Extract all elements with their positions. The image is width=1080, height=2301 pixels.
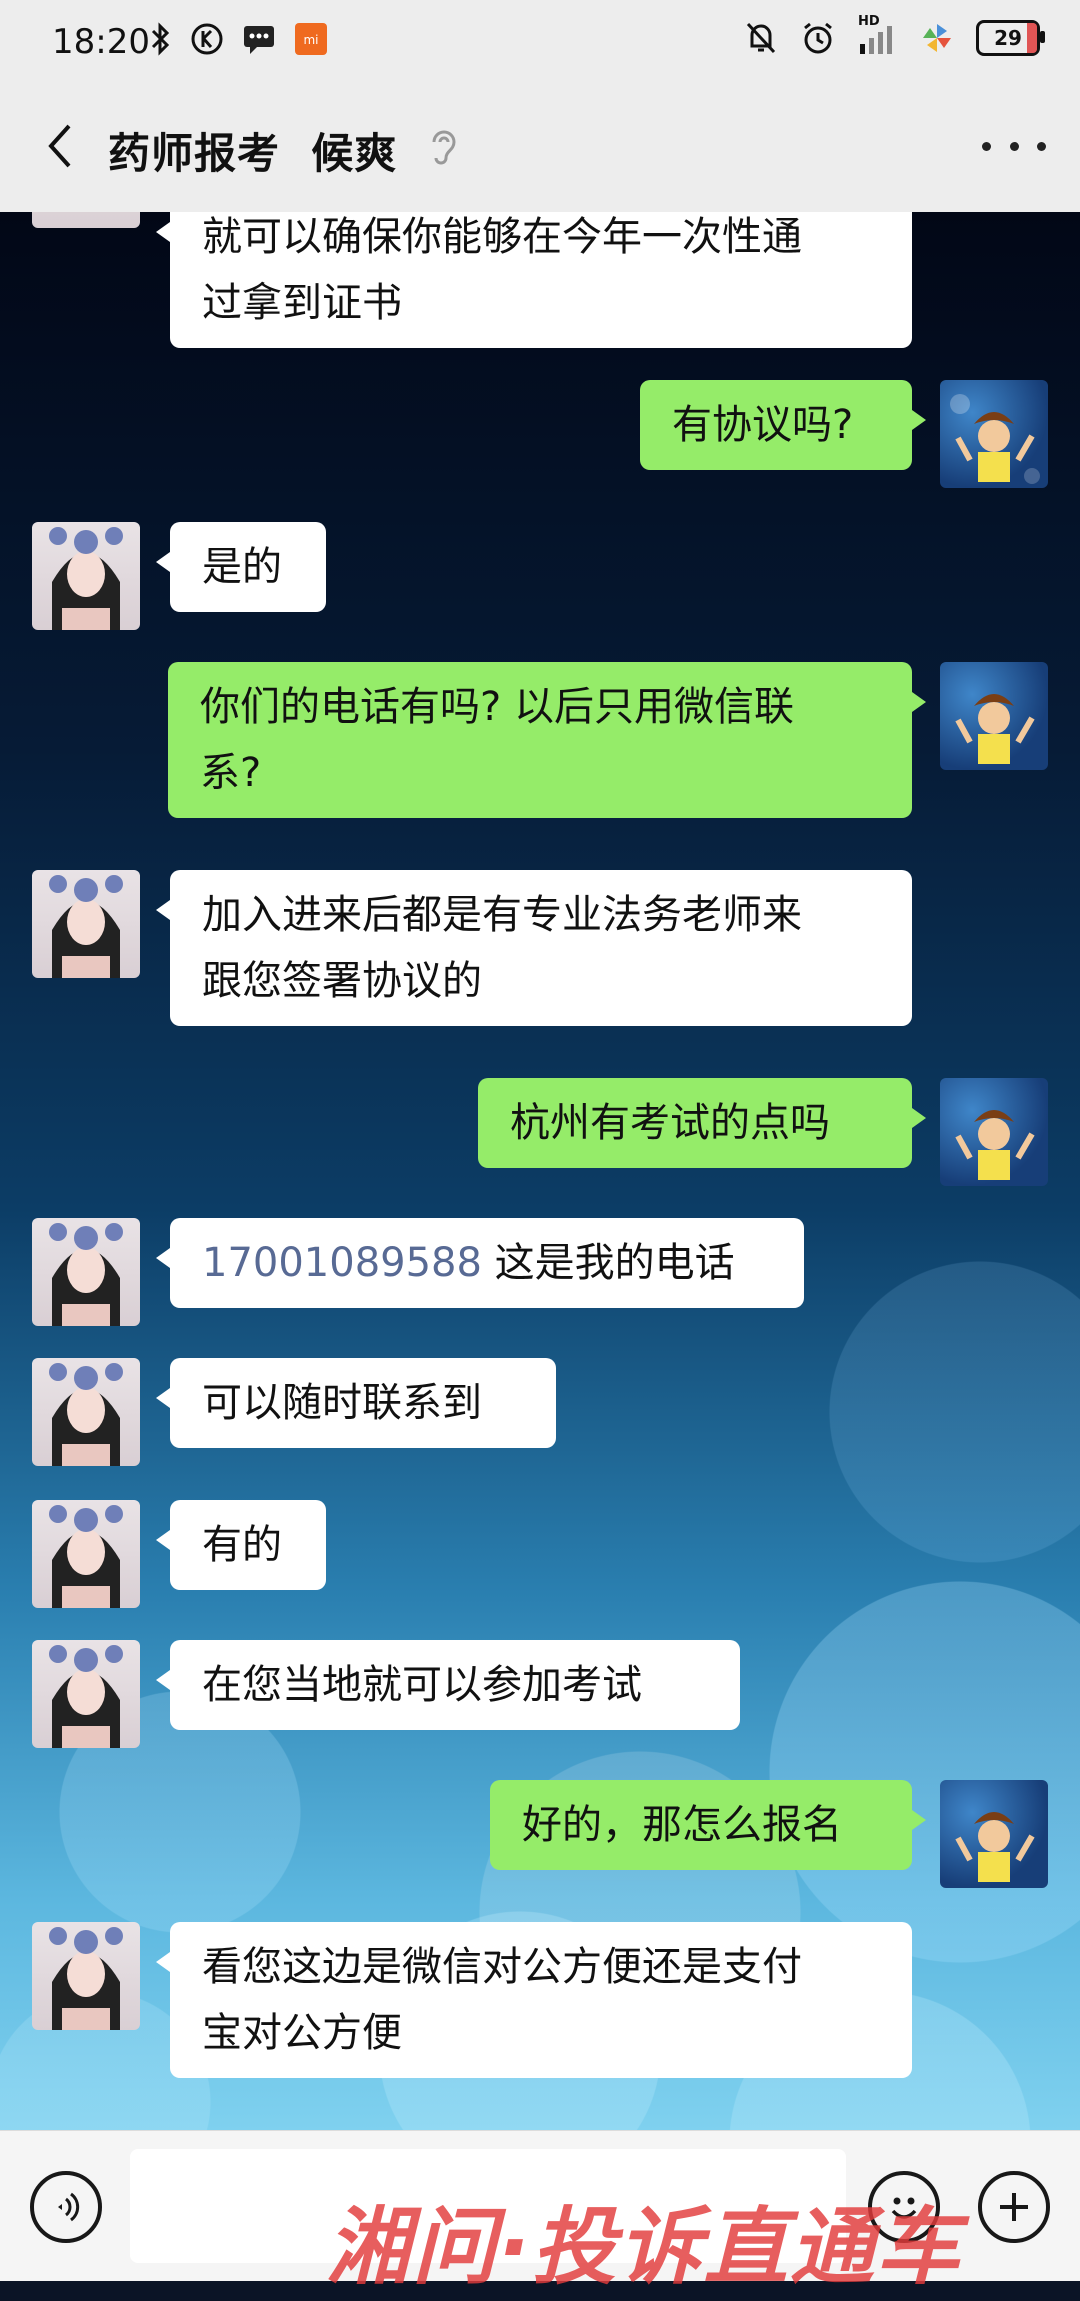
chat-message-list[interactable]: 就可以确保你能够在今年一次性通 过拿到证书 有协议吗? 是的 你们的电话有吗? … <box>0 212 1080 2130</box>
message-line: 看您这边是微信对公方便还是支付 <box>202 1944 802 1990</box>
message-line: 在您当地就可以参加考试 <box>202 1662 642 1708</box>
avatar-self[interactable] <box>940 380 1048 488</box>
message-bubble-left[interactable]: 可以随时联系到 <box>156 1358 556 1448</box>
message-bubble-left[interactable]: 是的 <box>156 522 326 612</box>
ear-icon <box>432 130 456 165</box>
message-line: 杭州有考试的点吗 <box>510 1100 830 1146</box>
avatar-other[interactable] <box>32 1358 140 1466</box>
avatar-other[interactable] <box>32 522 140 630</box>
message-bubble-right[interactable]: 杭州有考试的点吗 <box>478 1078 926 1168</box>
message-line: 17001089588 这是我的电话 <box>202 1230 772 1296</box>
message-bubble-left[interactable]: 看您这边是微信对公方便还是支付 宝对公方便 <box>156 1922 912 2078</box>
alarm-icon <box>804 22 832 54</box>
message-line: 好的，那怎么报名 <box>522 1802 842 1848</box>
battery-level: 29 <box>994 26 1022 50</box>
mi-app-icon: mi <box>295 23 327 55</box>
message-line: 有的 <box>202 1522 282 1568</box>
status-right-icons: HD 29 <box>744 14 1045 56</box>
chevron-left-icon <box>48 124 71 168</box>
status-bar: 18:20 mi HD 29 <box>0 0 1080 86</box>
message-line: 宝对公方便 <box>202 2010 402 2056</box>
battery-indicator: 29 <box>976 20 1045 56</box>
message-line: 过拿到证书 <box>202 280 402 326</box>
watermark-logo: 湘问·投诉直通车 <box>326 2198 962 2296</box>
message-line: 加入进来后都是有专业法务老师来 <box>202 892 802 938</box>
message-bubble-left[interactable]: 就可以确保你能够在今年一次性通 过拿到证书 <box>156 212 912 348</box>
mute-bell-icon <box>746 22 776 54</box>
k-app-icon <box>191 23 223 55</box>
svg-text:mi: mi <box>303 33 318 47</box>
voice-button[interactable] <box>30 2171 102 2243</box>
more-options-button[interactable] <box>982 126 1046 166</box>
more-functions-button[interactable] <box>978 2171 1050 2243</box>
status-time: 18:20 <box>52 22 150 62</box>
message-icon <box>244 26 274 54</box>
hd-signal-icon: HD <box>858 14 898 56</box>
avatar-other[interactable] <box>32 212 140 228</box>
message-line: 就可以确保你能够在今年一次性通 <box>202 214 802 260</box>
message-bubble-left[interactable]: 加入进来后都是有专业法务老师来 跟您签署协议的 <box>156 870 912 1026</box>
phone-number-link[interactable]: 17001089588 <box>202 1240 482 1286</box>
message-line: 有协议吗? <box>672 402 854 448</box>
avatar-self[interactable] <box>940 1078 1048 1186</box>
message-line: 是的 <box>202 544 282 590</box>
back-button[interactable] <box>30 116 90 176</box>
voice-icon <box>58 2192 80 2222</box>
message-line: 你们的电话有吗? 以后只用微信联 <box>200 684 794 730</box>
avatar-other[interactable] <box>32 1500 140 1608</box>
chat-title: 药师报考 候爽 <box>108 129 398 178</box>
message-line: 可以随时联系到 <box>202 1380 482 1426</box>
message-bubble-right[interactable]: 你们的电话有吗? 以后只用微信联 系? <box>168 662 926 818</box>
message-line: 跟您签署协议的 <box>202 958 482 1004</box>
avatar-other[interactable] <box>32 870 140 978</box>
avatar-self[interactable] <box>940 1780 1048 1888</box>
avatar-other[interactable] <box>32 1218 140 1326</box>
message-bubble-right[interactable]: 有协议吗? <box>640 380 926 470</box>
message-text: 这是我的电话 <box>481 1240 735 1286</box>
message-bubble-left[interactable]: 有的 <box>156 1500 326 1590</box>
chat-header: 药师报考 候爽 <box>0 86 1080 213</box>
message-line: 系? <box>200 750 262 796</box>
avatar-self[interactable] <box>940 662 1048 770</box>
pinwheel-icon <box>923 24 951 52</box>
bluetooth-icon <box>151 22 170 56</box>
message-bubble-left[interactable]: 17001089588 这是我的电话 <box>156 1218 804 1308</box>
message-bubble-right[interactable]: 好的，那怎么报名 <box>490 1780 926 1870</box>
status-left-icons: mi <box>150 22 328 56</box>
message-bubble-left[interactable]: 在您当地就可以参加考试 <box>156 1640 740 1730</box>
plus-icon <box>1000 2193 1028 2221</box>
avatar-other[interactable] <box>32 1640 140 1748</box>
avatar-other[interactable] <box>32 1922 140 2030</box>
